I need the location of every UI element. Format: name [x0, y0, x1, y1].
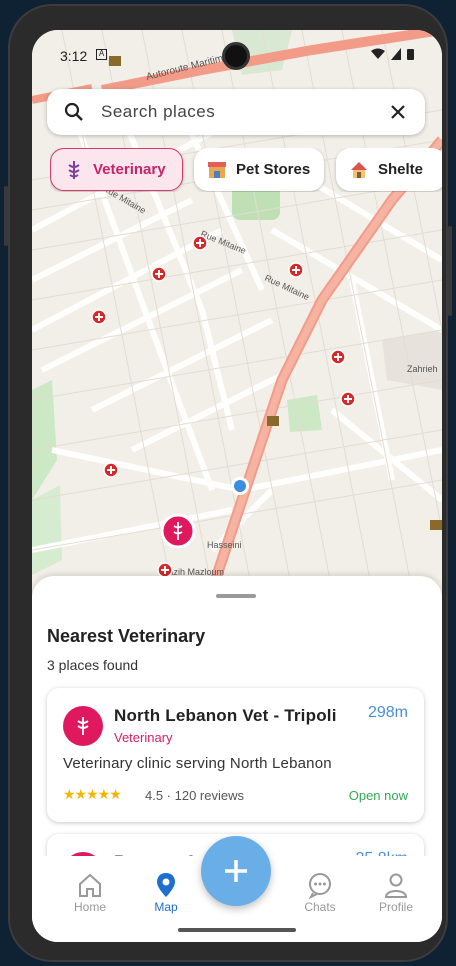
home-icon	[55, 870, 125, 900]
place-name: North Lebanon Vet - Tripoli	[114, 706, 337, 725]
nav-label: Profile	[378, 900, 413, 914]
open-status: Open now	[348, 788, 408, 803]
caduceus-icon	[63, 159, 85, 181]
notification-icon: A	[96, 49, 107, 60]
person-icon	[361, 870, 431, 900]
place-distance: 298m	[367, 704, 408, 721]
store-icon	[206, 159, 228, 181]
place-description: Veterinary clinic serving North Lebanon	[63, 755, 332, 772]
vet-logo-icon	[63, 706, 103, 746]
phone-frame: Autoroute Maritime Rue Mitaine Rue Mitai…	[4, 4, 452, 962]
gesture-bar[interactable]	[178, 928, 296, 932]
nav-label: Map	[154, 900, 178, 914]
search-bar[interactable]	[47, 89, 425, 135]
clear-search-icon[interactable]	[387, 101, 409, 123]
add-fab-button[interactable]	[201, 836, 271, 906]
place-rating: 4.5 · 120 reviews	[145, 788, 244, 803]
front-camera	[222, 42, 250, 70]
house-icon	[348, 159, 370, 181]
plus-icon	[225, 860, 247, 882]
status-time: 3:12	[60, 48, 88, 64]
chip-label: Shelte	[378, 161, 424, 178]
place-card[interactable]: North Lebanon Vet - Tripoli Veterinary 2…	[47, 688, 424, 822]
volume-button	[4, 186, 8, 246]
sheet-handle[interactable]	[216, 594, 256, 598]
wifi-icon	[371, 48, 385, 59]
chat-icon	[285, 870, 355, 900]
svg-text:Hasseini: Hasseini	[207, 540, 242, 550]
results-count: 3 places found	[47, 657, 139, 673]
chip-shelters[interactable]: Shelte	[336, 148, 442, 191]
power-button	[448, 226, 452, 316]
rating-stars-icon: ★★★★★	[63, 786, 122, 802]
chip-label: Pet Stores	[236, 161, 311, 178]
nav-label: Home	[73, 900, 106, 914]
nav-home[interactable]: Home	[55, 870, 125, 914]
chip-label: Veterinary	[93, 161, 166, 178]
signal-icon	[391, 48, 401, 60]
nav-label: Chats	[304, 900, 336, 914]
map-pin-icon	[131, 870, 201, 900]
svg-text:Zahrieh: Zahrieh	[407, 364, 438, 374]
nav-chats[interactable]: Chats	[285, 870, 355, 914]
status-icons	[371, 48, 414, 60]
chip-veterinary[interactable]: Veterinary	[50, 148, 183, 191]
category-chips: Veterinary Pet Stores Shelte	[50, 148, 442, 192]
search-icon	[64, 102, 83, 121]
screen: Autoroute Maritime Rue Mitaine Rue Mitai…	[32, 30, 442, 942]
place-category: Veterinary	[114, 730, 173, 745]
nav-map[interactable]: Map	[131, 870, 201, 914]
sheet-title: Nearest Veterinary	[47, 626, 206, 646]
search-input[interactable]	[101, 98, 381, 126]
chip-pet-stores[interactable]: Pet Stores	[194, 148, 324, 191]
nav-profile[interactable]: Profile	[361, 870, 431, 914]
battery-icon	[407, 49, 414, 60]
